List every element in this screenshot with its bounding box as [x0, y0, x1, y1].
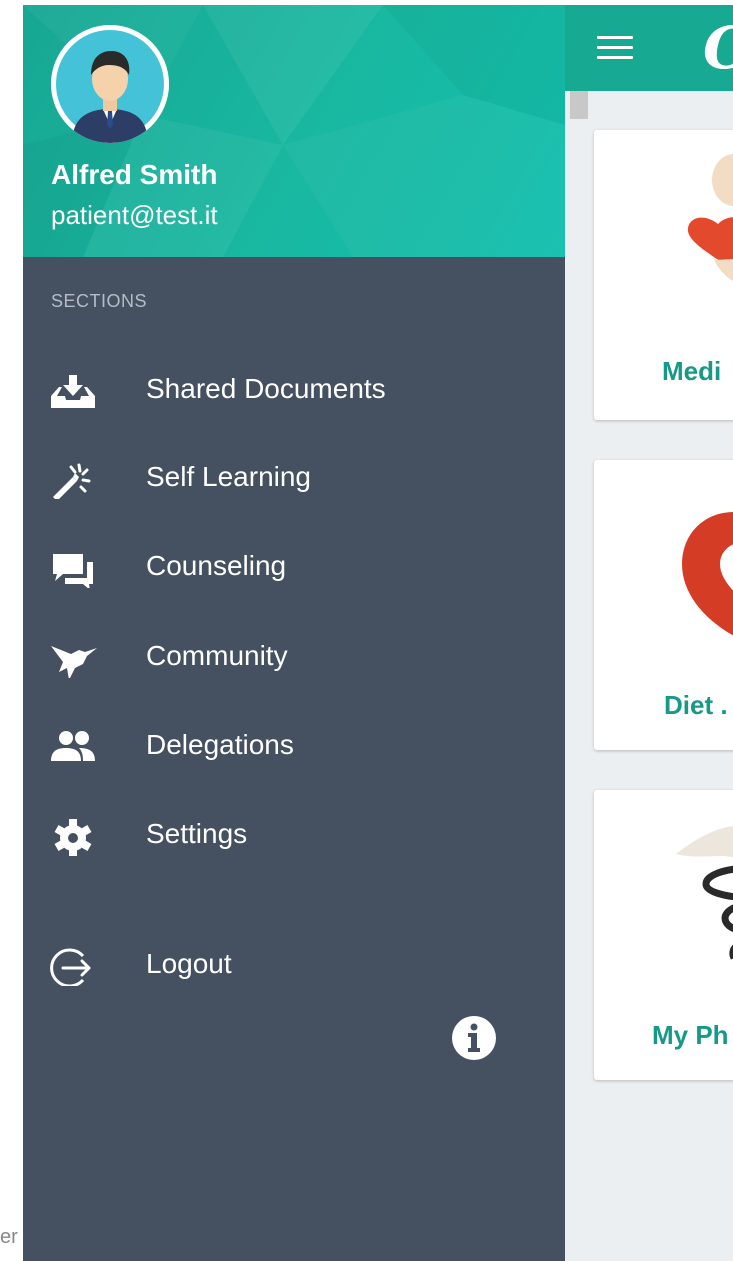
nav-item-shared-documents[interactable]: Shared Documents — [23, 355, 565, 425]
navigation-drawer: Alfred Smith patient@test.it SECTIONS Sh… — [23, 5, 565, 1261]
logout-button[interactable]: Logout — [23, 930, 565, 1000]
background-text-fragment: er — [0, 1226, 18, 1248]
caduceus-icon — [676, 826, 733, 960]
nav-label: Settings — [146, 818, 248, 849]
card-label: Medi — [662, 356, 722, 386]
heart-pill-icon — [687, 154, 733, 282]
nav-label: Counseling — [146, 550, 287, 581]
download-tray-icon — [51, 375, 95, 408]
avatar[interactable] — [51, 25, 169, 143]
app-logo: C — [703, 13, 733, 83]
main-content: C Medi Diet . My Ph — [565, 5, 733, 1261]
card-pharmacy[interactable]: My Ph — [594, 790, 733, 1080]
info-icon[interactable] — [451, 1015, 497, 1061]
user-email: patient@test.it — [51, 200, 218, 230]
logout-label: Logout — [146, 948, 232, 979]
nav-item-settings[interactable]: Settings — [23, 800, 565, 870]
nav-label: Delegations — [146, 729, 294, 760]
nav-item-counseling[interactable]: Counseling — [23, 532, 565, 602]
people-icon — [51, 731, 95, 761]
nav-item-delegations[interactable]: Delegations — [23, 711, 565, 781]
card-label: Diet . — [664, 690, 728, 720]
nav-label: Self Learning — [146, 461, 312, 492]
nav-label: Community — [146, 640, 288, 671]
card-diet[interactable]: Diet . — [594, 460, 733, 750]
user-name: Alfred Smith — [51, 159, 218, 190]
app-header: C — [565, 5, 733, 91]
card-label: My Ph — [652, 1020, 729, 1050]
screen: er C Medi Diet . — [0, 0, 733, 1261]
user-avatar-icon — [51, 25, 169, 143]
menu-icon[interactable] — [595, 31, 635, 63]
gear-icon — [54, 819, 92, 856]
drawer-header: Alfred Smith patient@test.it — [23, 5, 565, 257]
magic-wand-icon — [53, 463, 91, 499]
chat-bubbles-icon — [53, 554, 93, 588]
nav-label: Shared Documents — [146, 373, 386, 404]
section-title: SECTIONS — [51, 291, 148, 311]
scrollbar[interactable] — [570, 91, 588, 119]
card-medications[interactable]: Medi — [594, 130, 733, 420]
hummingbird-icon — [51, 646, 97, 678]
nav-item-community[interactable]: Community — [23, 622, 565, 692]
nav-item-self-learning[interactable]: Self Learning — [23, 443, 565, 513]
logout-icon — [50, 948, 91, 986]
location-heart-icon — [682, 512, 733, 636]
